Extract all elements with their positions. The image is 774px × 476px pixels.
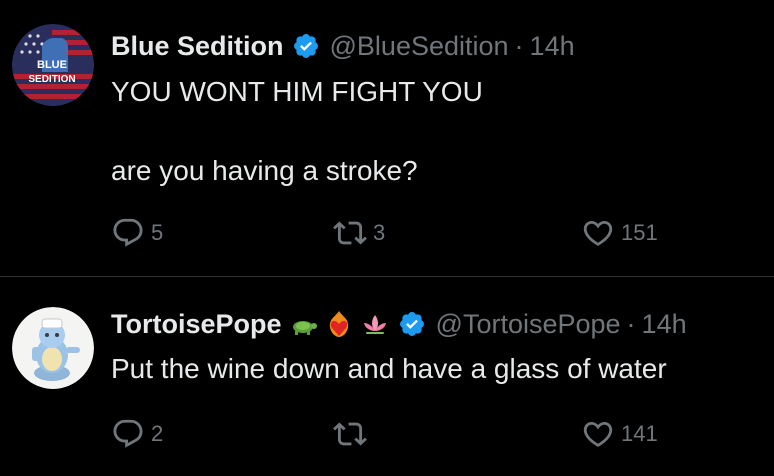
lotus-emoji-icon xyxy=(360,309,390,339)
tweet-text-line: Put the wine down and have a glass of wa… xyxy=(111,353,667,384)
reply-icon xyxy=(113,419,143,448)
user-handle[interactable]: @TortoisePope xyxy=(436,309,621,340)
like-icon xyxy=(583,421,613,447)
like-button[interactable]: 141 xyxy=(581,417,658,451)
avatar[interactable] xyxy=(12,307,94,389)
heart-on-fire-emoji-icon xyxy=(324,309,354,339)
tweet-text-line: YOU WONT HIM FIGHT YOU xyxy=(111,76,483,107)
display-name[interactable]: Blue Sedition xyxy=(111,31,284,62)
reply-button[interactable]: 2 xyxy=(111,417,163,451)
tweet[interactable]: TortoisePope @TortoisePope · 14h Put the… xyxy=(0,277,774,476)
user-handle[interactable]: @BlueSedition xyxy=(330,31,509,62)
verified-badge-icon xyxy=(398,310,426,338)
like-count: 141 xyxy=(621,421,658,446)
display-name[interactable]: TortoisePope xyxy=(111,309,282,340)
tweet-header: TortoisePope @TortoisePope · 14h xyxy=(111,306,687,342)
like-icon xyxy=(583,220,613,246)
tweet-text-line: are you having a stroke? xyxy=(111,155,418,186)
retweet-button[interactable]: 3 xyxy=(333,216,385,250)
timestamp[interactable]: 14h xyxy=(530,31,575,62)
reply-icon xyxy=(113,218,143,247)
retweet-count: 3 xyxy=(373,220,386,245)
like-button[interactable]: 151 xyxy=(581,216,658,250)
retweet-button[interactable] xyxy=(333,417,373,451)
separator-dot: · xyxy=(626,308,636,339)
avatar-logo-text-2: SEDITION xyxy=(28,74,75,85)
avatar[interactable]: BLUE SEDITION xyxy=(12,24,94,106)
avatar-logo-text-1: BLUE xyxy=(37,59,67,71)
retweet-icon xyxy=(333,422,367,446)
reply-count: 5 xyxy=(151,220,164,245)
timestamp[interactable]: 14h xyxy=(642,309,687,340)
verified-badge-icon xyxy=(292,32,320,60)
tweet[interactable]: BLUE SEDITION Blue Sedition @BlueSeditio… xyxy=(0,0,774,276)
like-count: 151 xyxy=(621,220,658,245)
tweet-header: Blue Sedition @BlueSedition · 14h xyxy=(111,28,575,64)
retweet-icon xyxy=(333,221,367,245)
turtle-emoji-icon xyxy=(288,309,318,339)
reply-button[interactable]: 5 xyxy=(111,216,163,250)
separator-dot: · xyxy=(514,30,524,61)
reply-count: 2 xyxy=(151,421,164,446)
